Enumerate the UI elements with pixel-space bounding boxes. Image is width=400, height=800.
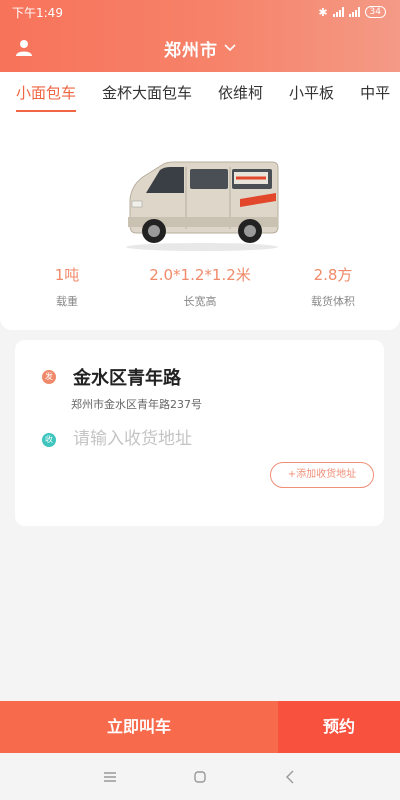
van-image — [126, 161, 279, 251]
signal-icon-2 — [348, 7, 360, 17]
menu-icon[interactable] — [100, 767, 120, 787]
tab-medium-flatbed[interactable]: 中平 — [360, 82, 390, 103]
chevron-down-icon[interactable] — [224, 44, 236, 52]
action-bar: 立即叫车 预约 — [0, 701, 400, 753]
spec-volume: 2.8方 载货体积 — [263, 262, 400, 309]
back-icon[interactable] — [280, 767, 300, 787]
system-nav-bar — [0, 753, 400, 800]
call-now-button[interactable]: 立即叫车 — [0, 701, 278, 753]
pickup-address-title[interactable]: 金水区青年路 — [73, 364, 181, 390]
app-header: 下午1:49 ✱ 34 郑州市 — [0, 0, 400, 72]
tab-small-flatbed[interactable]: 小平板 — [289, 82, 334, 103]
add-delivery-address-button[interactable]: +添加收货地址 — [270, 462, 374, 488]
tab-iveco[interactable]: 依维柯 — [218, 82, 263, 103]
home-icon[interactable] — [190, 767, 210, 787]
address-card: 发 金水区青年路 郑州市金水区青年路237号 收 +添加收货地址 — [15, 340, 384, 526]
spec-load-label: 载重 — [56, 295, 78, 308]
reserve-button[interactable]: 预约 — [278, 701, 400, 753]
vehicle-card: 1吨 载重 2.0*1.2*1.2米 长宽高 2.8方 载货体积 — [0, 112, 400, 330]
spec-load: 1吨 载重 — [0, 262, 137, 309]
tab-jinbei-large-van[interactable]: 金杯大面包车 — [102, 82, 192, 103]
user-icon[interactable] — [14, 38, 34, 58]
pickup-address-detail[interactable]: 郑州市金水区青年路237号 — [71, 396, 202, 412]
spec-volume-label: 载货体积 — [311, 295, 355, 308]
vehicle-type-tabs: 小面包车 金杯大面包车 依维柯 小平板 中平 — [0, 72, 400, 112]
status-bar: 下午1:49 ✱ 34 — [0, 0, 400, 24]
spec-load-value: 1吨 — [54, 266, 80, 284]
status-icons: ✱ 34 — [318, 6, 386, 19]
receiver-badge: 收 — [42, 433, 56, 447]
spec-dimensions-label: 长宽高 — [183, 295, 217, 308]
spec-dimensions: 2.0*1.2*1.2米 长宽高 — [130, 262, 270, 309]
battery-icon: 34 — [364, 6, 386, 18]
sender-badge: 发 — [42, 370, 56, 384]
status-time: 下午1:49 — [12, 5, 63, 20]
spec-volume-value: 2.8方 — [313, 266, 353, 284]
title-bar: 郑州市 — [0, 32, 400, 64]
signal-icon — [332, 7, 344, 17]
spec-dimensions-value: 2.0*1.2*1.2米 — [149, 266, 251, 284]
tab-small-van[interactable]: 小面包车 — [16, 82, 77, 112]
delivery-address-input[interactable] — [73, 426, 353, 452]
city-selector[interactable]: 郑州市 — [164, 36, 218, 61]
bluetooth-icon: ✱ — [318, 5, 328, 19]
vehicle-specs: 1吨 载重 2.0*1.2*1.2米 长宽高 2.8方 载货体积 — [0, 262, 400, 312]
